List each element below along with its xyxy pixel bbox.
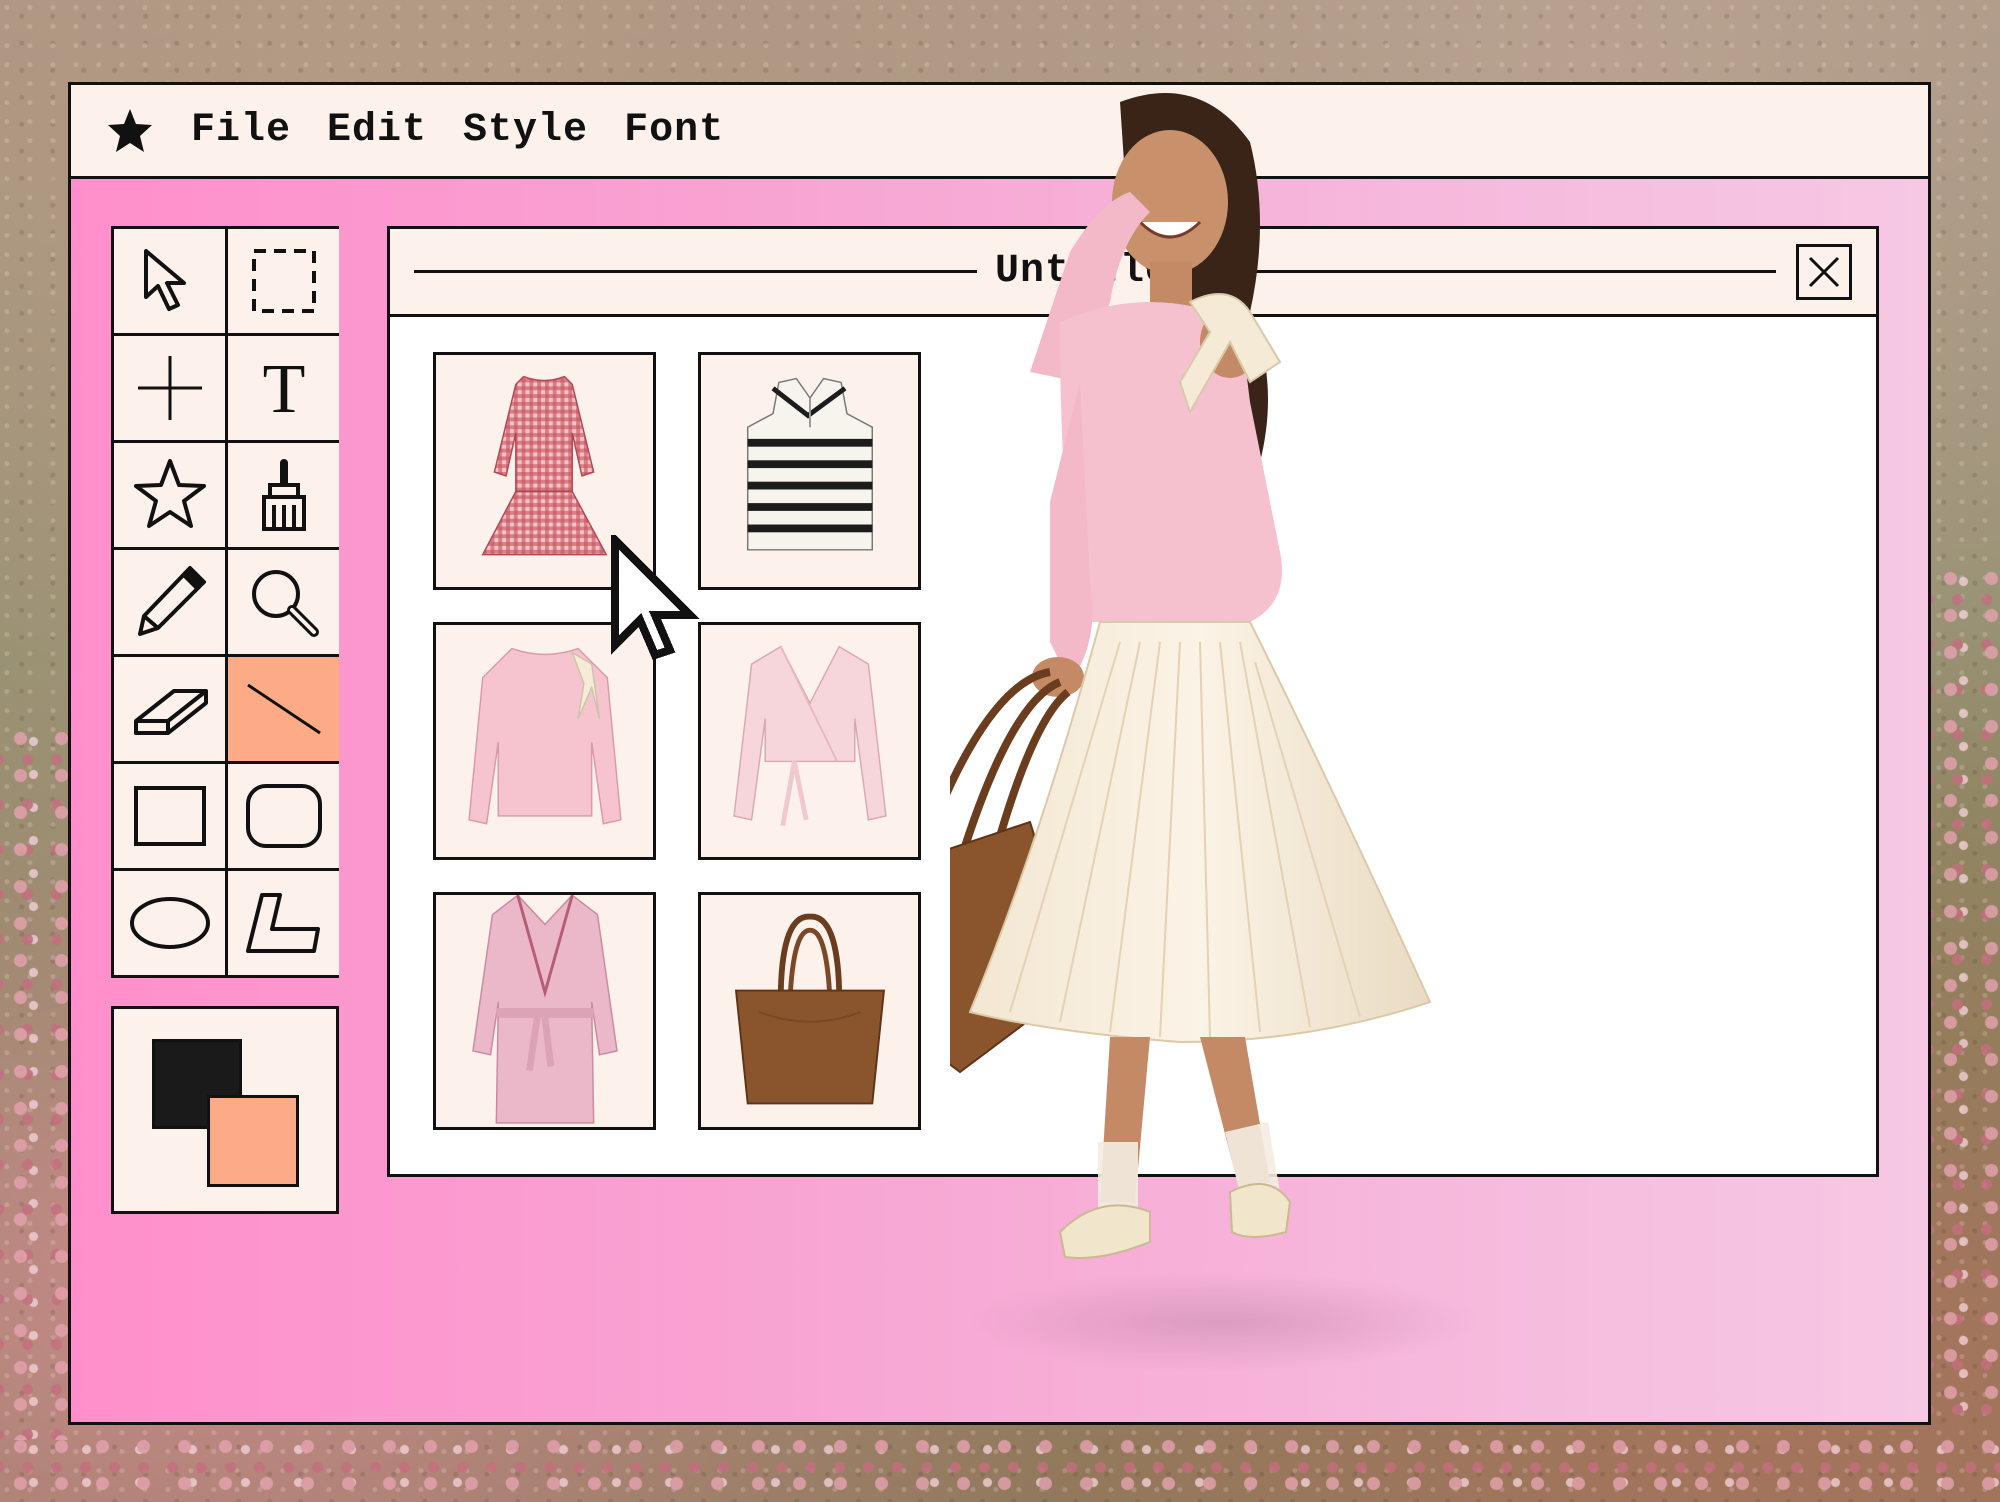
flower-field-right xyxy=(1930,560,2000,1420)
vest-icon xyxy=(746,377,873,551)
text-t-icon: T xyxy=(262,351,305,428)
wrap-top-icon xyxy=(733,645,887,827)
robe-icon xyxy=(472,895,618,1124)
tool-pencil[interactable] xyxy=(114,550,225,654)
tool-marquee-select[interactable] xyxy=(228,229,339,333)
star-outline-icon xyxy=(133,459,206,528)
tool-text[interactable]: T xyxy=(228,336,339,440)
model-right-shoe xyxy=(1228,1183,1292,1238)
star-icon[interactable] xyxy=(105,106,155,156)
tote-bag-icon xyxy=(734,913,886,1105)
menu-style[interactable]: Style xyxy=(463,108,588,153)
magnifier-icon xyxy=(251,570,319,637)
menu-file[interactable]: File xyxy=(191,108,291,153)
title-bar-line-left xyxy=(414,270,977,273)
dashed-rectangle-icon xyxy=(251,249,316,313)
tool-paint-brush[interactable] xyxy=(228,443,339,547)
tool-rectangle[interactable] xyxy=(114,764,225,868)
tool-palette: T xyxy=(111,226,339,978)
tool-star-shape[interactable] xyxy=(114,443,225,547)
tool-crosshair[interactable] xyxy=(114,336,225,440)
product-card-striped-sweater-vest[interactable] xyxy=(698,352,921,590)
tool-polygon[interactable] xyxy=(228,871,339,975)
tool-ellipse[interactable] xyxy=(114,871,225,975)
rectangle-icon xyxy=(133,786,206,846)
color-swatches xyxy=(111,1006,339,1214)
tool-text-glyph: T xyxy=(262,351,305,428)
ellipse-icon xyxy=(129,897,210,949)
mouse-cursor-icon xyxy=(611,535,700,660)
pencil-icon xyxy=(137,566,206,636)
model-left-sock xyxy=(1098,1142,1138,1212)
tool-rounded-rectangle[interactable] xyxy=(228,764,339,868)
arrow-pointer-icon xyxy=(143,249,186,311)
model-figure xyxy=(950,93,1480,1372)
product-card-brown-suede-tote[interactable] xyxy=(698,892,921,1130)
menu-edit[interactable]: Edit xyxy=(327,108,427,153)
close-x-icon xyxy=(1808,256,1840,287)
product-card-pink-robe[interactable] xyxy=(433,892,656,1130)
tool-eraser[interactable] xyxy=(114,657,225,761)
background-color-swatch[interactable] xyxy=(207,1095,299,1187)
floor-shadow xyxy=(960,1272,1480,1372)
flower-field-bottom xyxy=(0,1428,2000,1502)
line-icon xyxy=(246,683,321,735)
menu-font[interactable]: Font xyxy=(624,108,724,153)
product-grid xyxy=(433,352,921,1130)
tool-arrow-select[interactable] xyxy=(114,229,225,333)
rounded-rectangle-icon xyxy=(245,784,322,848)
brush-icon xyxy=(261,459,306,531)
model-left-shoe xyxy=(1058,1204,1151,1259)
polygon-icon xyxy=(245,893,320,953)
close-button[interactable] xyxy=(1796,243,1852,300)
product-card-pink-wrap-top[interactable] xyxy=(698,622,921,860)
crosshair-icon xyxy=(137,356,202,420)
eraser-icon xyxy=(133,689,208,735)
tool-line[interactable] xyxy=(228,657,339,761)
tool-zoom[interactable] xyxy=(228,550,339,654)
